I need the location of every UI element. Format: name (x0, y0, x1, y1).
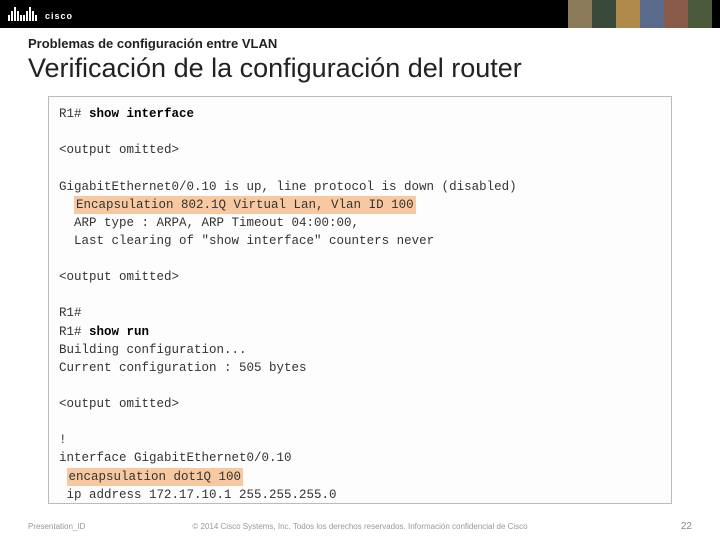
code-line: ip address 172.17.10.1 255.255.255.0 (59, 486, 661, 504)
slide-title: Verificación de la configuración del rou… (28, 53, 692, 84)
logo-text: cisco (45, 11, 73, 21)
header-photo-strip (568, 0, 712, 28)
slide-subtitle: Problemas de configuración entre VLAN (28, 36, 692, 51)
terminal-output: R1# show interface <output omitted> Giga… (48, 96, 672, 504)
code-line: GigabitEthernet0/0.10 is up, line protoc… (59, 178, 661, 196)
code-line: Last clearing of "show interface" counte… (59, 232, 661, 250)
footer-left: Presentation_ID (28, 522, 85, 531)
slide-number: 22 (681, 521, 692, 532)
code-line: Current configuration : 505 bytes (59, 359, 661, 377)
code-line: R1# show interface (59, 105, 661, 123)
code-line: Encapsulation 802.1Q Virtual Lan, Vlan I… (59, 196, 661, 214)
footer-center: © 2014 Cisco Systems, Inc. Todos los der… (192, 522, 527, 531)
code-line: Building configuration... (59, 341, 661, 359)
footer: Presentation_ID © 2014 Cisco Systems, In… (0, 521, 720, 532)
code-line: R1# show run (59, 323, 661, 341)
code-line: <output omitted> (59, 268, 661, 286)
top-bar: cisco (0, 0, 720, 28)
heading-block: Problemas de configuración entre VLAN Ve… (0, 28, 720, 90)
code-line: ! (59, 431, 661, 449)
code-line: <output omitted> (59, 395, 661, 413)
code-line: R1# (59, 304, 661, 322)
code-line: ARP type : ARPA, ARP Timeout 04:00:00, (59, 214, 661, 232)
code-line: interface GigabitEthernet0/0.10 (59, 449, 661, 467)
code-line: encapsulation dot1Q 100 (59, 468, 661, 486)
code-line: <output omitted> (59, 141, 661, 159)
cisco-logo: cisco (8, 7, 73, 21)
logo-bars-icon (8, 7, 37, 21)
